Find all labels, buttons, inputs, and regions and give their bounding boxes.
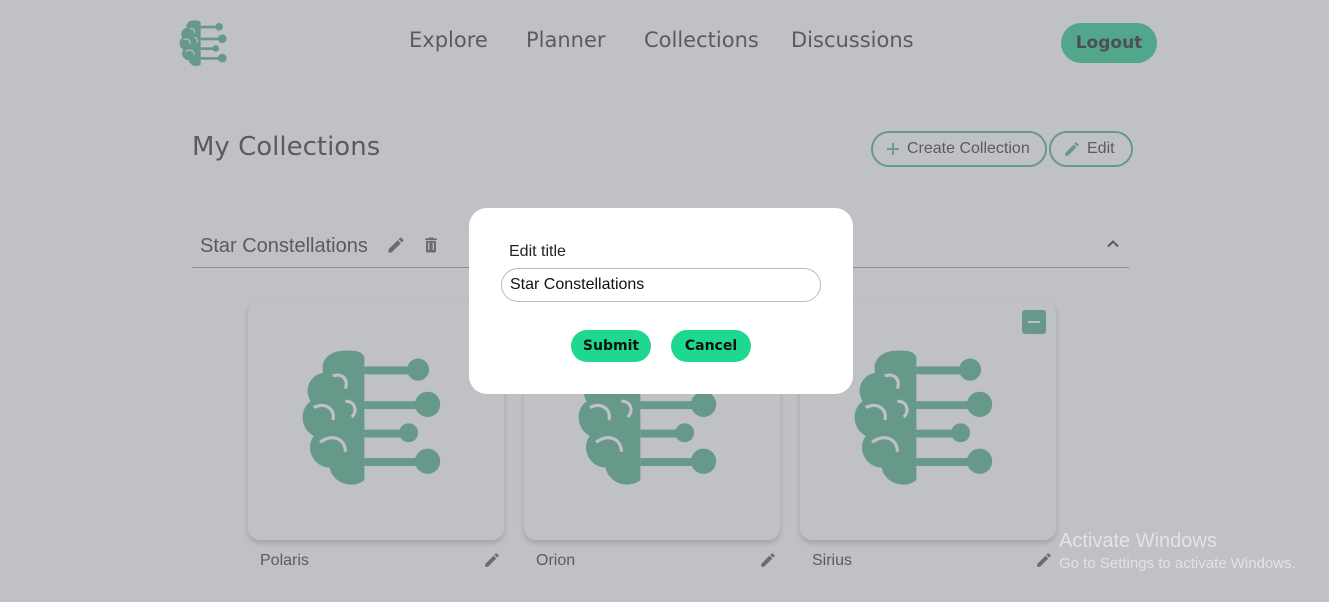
edit-title-dialog: Edit title Submit Cancel bbox=[469, 208, 853, 394]
watermark-title: Activate Windows bbox=[1059, 530, 1217, 552]
watermark-subtitle: Go to Settings to activate Windows. bbox=[1059, 555, 1296, 572]
submit-button[interactable]: Submit bbox=[571, 330, 651, 362]
edit-title-label: Edit title bbox=[509, 243, 566, 260]
title-input[interactable] bbox=[501, 268, 821, 302]
cancel-button[interactable]: Cancel bbox=[671, 330, 751, 362]
windows-activation-watermark: Activate Windows Go to Settings to activ… bbox=[1059, 530, 1296, 572]
